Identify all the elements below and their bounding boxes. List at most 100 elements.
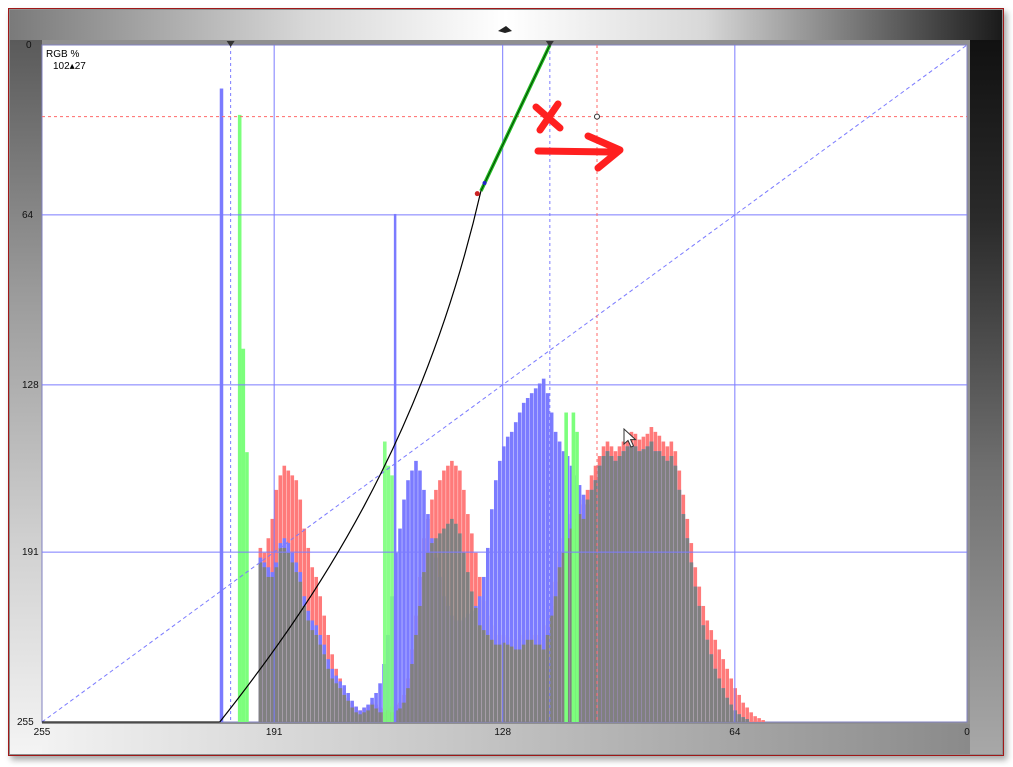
histogram-gray-bar <box>529 639 534 722</box>
curve-point-selected[interactable] <box>594 113 600 120</box>
histogram-gray-bar <box>581 518 586 722</box>
histogram-gray-bar <box>521 644 526 722</box>
histogram-gray-bar <box>322 654 327 722</box>
histogram-gray-bar <box>649 441 654 722</box>
histogram-gray-bar <box>354 712 358 722</box>
markers[interactable] <box>226 26 554 47</box>
histogram-gray-bar <box>478 625 482 722</box>
histogram-gray-bar <box>653 451 658 722</box>
x-tick-label: 128 <box>494 727 512 738</box>
channel-label: RGB % <box>46 49 80 60</box>
histogram-gray-bar <box>593 480 598 722</box>
mouse-pointer-icon <box>623 428 637 448</box>
histogram-gray-bar <box>286 552 291 722</box>
histogram-gray-bar <box>709 654 714 722</box>
histogram-blue-bar <box>402 499 406 722</box>
y-tick-label: 0 <box>26 40 32 51</box>
histogram-gray-bar <box>350 707 354 722</box>
histogram-gray-bar <box>302 605 307 722</box>
histogram-gray-bar <box>741 717 745 722</box>
histogram-gray-bar <box>426 552 430 722</box>
histogram-gray-bar <box>358 714 362 722</box>
histogram-gray-bar <box>533 644 538 722</box>
histogram-gray-bar <box>446 523 450 722</box>
histogram-gray-bar <box>314 634 319 722</box>
channel-readout: RGB % 102▴27 <box>46 49 86 73</box>
histogram-gray-bar <box>454 523 458 722</box>
curve-point-red[interactable] <box>474 191 480 197</box>
histogram-gray-bar <box>701 625 706 722</box>
histogram-green-bar <box>245 452 249 722</box>
histogram-blue-spike <box>219 88 224 723</box>
histogram-gray-bar <box>553 596 558 722</box>
top-marker-icon[interactable] <box>498 26 512 33</box>
histogram-gray-bar <box>338 688 342 722</box>
histogram-gray-bar <box>330 678 334 722</box>
histogram-gray-bar <box>294 572 299 722</box>
histogram-gray-bar <box>605 451 610 722</box>
y-tick-label: 191 <box>22 547 39 559</box>
curve-plot[interactable] <box>0 0 1013 767</box>
histogram-gray-bar <box>685 538 690 722</box>
histogram-gray-bar <box>298 581 303 722</box>
histogram-gray-bar <box>505 644 510 722</box>
histogram-gray-bar <box>677 489 682 722</box>
histogram-gray-bar <box>689 562 694 722</box>
histogram-green-bar <box>237 114 242 722</box>
histogram-gray-bar <box>334 683 338 722</box>
histogram-gray-bar <box>430 543 434 722</box>
histogram-gray-bar <box>613 460 618 722</box>
histogram-gray-bar <box>266 576 271 722</box>
histogram-red-bar <box>753 716 757 722</box>
curve-point-blue[interactable] <box>482 181 487 186</box>
histogram-gray-bar <box>737 714 741 722</box>
histogram-gray-bar <box>525 639 530 722</box>
histogram-gray-bar <box>657 451 662 722</box>
histogram-gray-bar <box>414 634 418 722</box>
histogram-gray-bar <box>422 572 426 722</box>
histogram-gray-bar <box>418 605 422 722</box>
histogram-gray-bar <box>406 688 410 722</box>
histogram-gray-bar <box>378 712 382 722</box>
histogram-gray-bar <box>673 465 678 722</box>
histogram-gray-bar <box>661 456 666 722</box>
histogram-green-bar <box>575 431 579 722</box>
x-tick-label: 255 <box>33 727 51 738</box>
histogram-gray-bar <box>549 615 554 722</box>
histogram-gray-bar <box>545 634 550 722</box>
x-tick-label: 64 <box>729 727 741 738</box>
histogram-gray-bar <box>725 697 730 722</box>
histogram-gray-bar <box>597 465 602 722</box>
histogram-gray-bar <box>306 620 311 722</box>
histogram-gray-bar <box>557 567 562 722</box>
histogram-gray-bar <box>318 644 323 722</box>
histogram-blue-spike <box>393 213 397 723</box>
histogram-green-bar <box>382 441 387 722</box>
histogram-gray-bar <box>458 533 462 722</box>
histogram-gray-bar <box>513 649 518 722</box>
histogram-green-bar <box>564 412 568 722</box>
histogram-gray-bar <box>509 646 514 722</box>
histogram-green-bar <box>571 412 576 722</box>
histogram-gray-bar <box>493 644 498 722</box>
histogram-gray-bar <box>705 639 710 722</box>
histogram-gray-bar <box>470 591 474 722</box>
x-tick-label: 191 <box>265 727 283 738</box>
histogram-gray-bar <box>697 605 702 722</box>
histogram-gray-bar <box>450 518 454 722</box>
histogram-gray-bar <box>474 607 478 722</box>
histogram-gray-bar <box>402 702 406 722</box>
histogram-red-bar <box>761 720 765 722</box>
histogram-blue-bar <box>398 528 402 722</box>
histogram-gray-bar <box>629 443 634 722</box>
histogram-gray-bar <box>262 567 267 722</box>
histogram-gray-bar <box>681 514 686 722</box>
histogram-gray-bar <box>486 634 490 722</box>
histogram-gray-bar <box>346 700 350 722</box>
histogram-gray-bar <box>374 708 378 722</box>
x-tick-label: 0 <box>964 727 970 738</box>
histogram-red-bar <box>757 718 761 722</box>
histogram-gray-bar <box>482 630 486 722</box>
histogram-gray-bar <box>625 446 630 722</box>
histogram-gray-bar <box>669 456 674 722</box>
